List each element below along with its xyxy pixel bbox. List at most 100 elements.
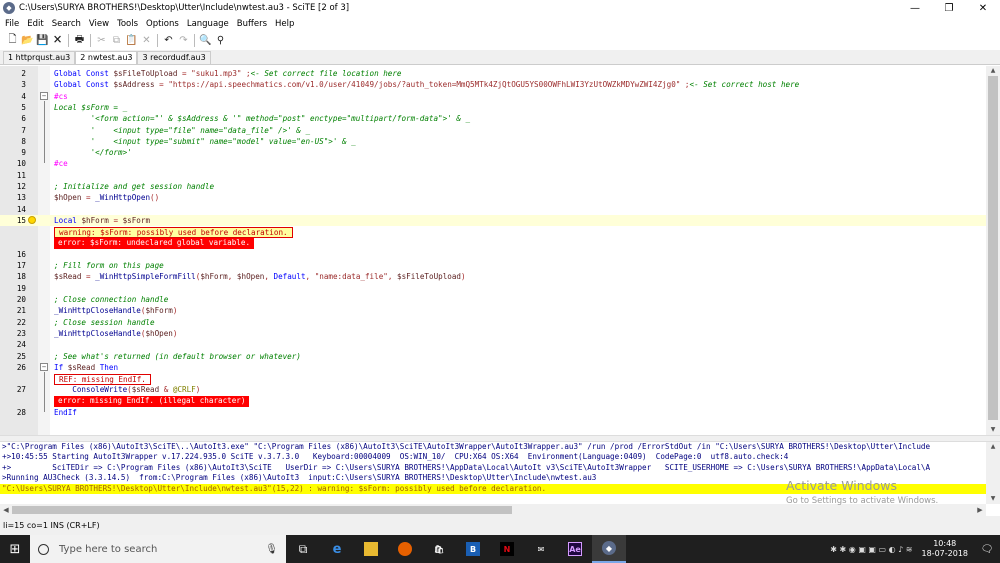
code-line[interactable]: 17 ; Fill form on this page: [0, 260, 986, 271]
windows-start-icon[interactable]: ⊞: [0, 535, 30, 563]
menu-options[interactable]: Options: [142, 19, 183, 29]
output-line[interactable]: +> SciTEDir => C:\Program Files (x86)\Au…: [0, 463, 986, 473]
code-token: $hForm: [200, 272, 228, 282]
code-line[interactable]: 5 Local $sForm = _: [0, 102, 986, 113]
code-line[interactable]: 7 ' <input type="file" name="data_file" …: [0, 125, 986, 136]
bitdefender-icon[interactable]: B: [456, 535, 490, 563]
code-line[interactable]: 23 _WinHttpCloseHandle($hOpen): [0, 328, 986, 339]
menu-search[interactable]: Search: [48, 19, 85, 29]
code-line[interactable]: 9 '</form>': [0, 147, 986, 158]
scroll-up-icon[interactable]: ▲: [986, 442, 1000, 452]
windows-taskbar: ⊞ Type here to search 🎙 ⧉ e 🛍 B N ✉ Ae ◆…: [0, 535, 1000, 563]
edge-icon[interactable]: e: [320, 535, 354, 563]
code-line[interactable]: 11: [0, 170, 986, 181]
menu-help[interactable]: Help: [271, 19, 298, 29]
code-line[interactable]: 27 ConsoleWrite($sRead & @CRLF): [0, 384, 986, 395]
menu-file[interactable]: File: [0, 19, 23, 29]
clock[interactable]: 10:48 18-07-2018: [916, 539, 975, 559]
scroll-down-icon[interactable]: ▼: [986, 494, 1000, 504]
code-token: $sFileToUpload: [113, 69, 178, 78]
undo-icon[interactable]: ↶: [161, 33, 176, 48]
code-line[interactable]: 15 Local $hForm = $sForm: [0, 214, 986, 227]
pane-splitter[interactable]: [0, 435, 1000, 442]
fold-toggle-icon[interactable]: −: [40, 362, 48, 371]
store-icon[interactable]: 🛍: [422, 535, 456, 563]
scroll-up-icon[interactable]: ▲: [986, 66, 1000, 76]
new-file-icon[interactable]: 🗋: [5, 33, 20, 48]
file-explorer-icon[interactable]: [354, 535, 388, 563]
scrollbar-thumb[interactable]: [12, 506, 512, 514]
editor-vertical-scrollbar[interactable]: ▲ ▼: [986, 66, 1000, 435]
tray-icons[interactable]: ✱ ✱ ◉ ▣ ▣ ▭ ◐ ♪ ≋: [827, 545, 915, 554]
task-view-icon[interactable]: ⧉: [286, 535, 320, 563]
menu-edit[interactable]: Edit: [23, 19, 47, 29]
code-line[interactable]: 18 $sRead = _WinHttpSimpleFormFill($hForm…: [0, 271, 986, 282]
code-token: =: [154, 80, 169, 90]
activation-watermark: Activate Windows Go to Settings to activ…: [786, 478, 938, 506]
code-line[interactable]: 13 $hOpen = _WinHttpOpen(): [0, 192, 986, 203]
print-icon[interactable]: 🖶: [72, 33, 87, 48]
delete-icon[interactable]: ✕: [139, 33, 154, 48]
code-line[interactable]: 19: [0, 283, 986, 294]
code-line[interactable]: 25 ; See what's returned (in default brow…: [0, 351, 986, 362]
menu-tools[interactable]: Tools: [113, 19, 142, 29]
scrollbar-thumb[interactable]: [988, 76, 998, 420]
maximize-button[interactable]: ❐: [932, 0, 966, 16]
code-token: ; Close session handle: [54, 317, 155, 327]
menu-buffers[interactable]: Buffers: [233, 19, 271, 29]
copy-icon[interactable]: ⧉: [109, 33, 124, 48]
code-token: $hOpen: [145, 328, 173, 338]
open-folder-icon[interactable]: 📂: [20, 33, 35, 48]
line-number: 17: [16, 261, 26, 271]
mail-icon[interactable]: ✉: [524, 535, 558, 563]
code-line[interactable]: 10 #ce: [0, 158, 986, 169]
code-text: ; Close connection handle: [54, 294, 168, 305]
output-vertical-scrollbar[interactable]: ▲ ▼: [986, 442, 1000, 504]
code-line[interactable]: 20 ; Close connection handle: [0, 294, 986, 305]
firefox-icon[interactable]: [388, 535, 422, 563]
after-effects-icon[interactable]: Ae: [558, 535, 592, 563]
code-line[interactable]: 14: [0, 204, 986, 215]
netflix-icon[interactable]: N: [490, 535, 524, 563]
minimize-button[interactable]: —: [898, 0, 932, 16]
code-line[interactable]: 4 − #cs: [0, 91, 986, 102]
notification-icon[interactable]: 🗨: [974, 535, 1000, 563]
code-line[interactable]: 3 Global Const $sAddress = "https://api.s…: [0, 79, 986, 90]
code-line[interactable]: 22 ; Close session handle: [0, 317, 986, 328]
cut-icon[interactable]: ✂: [94, 33, 109, 48]
code-text: '<form action="' & $sAddress & '" method…: [54, 113, 470, 124]
microphone-icon[interactable]: 🎙: [265, 544, 278, 555]
code-line[interactable]: 21 _WinHttpCloseHandle($hForm): [0, 305, 986, 316]
menu-language[interactable]: Language: [183, 19, 233, 29]
find-icon[interactable]: 🔍: [198, 33, 213, 48]
paste-icon[interactable]: 📋: [124, 33, 139, 48]
save-icon[interactable]: 💾: [35, 33, 50, 48]
taskbar-search-box[interactable]: Type here to search 🎙: [30, 535, 286, 563]
output-line[interactable]: >"C:\Program Files (x86)\AutoIt3\SciTE\.…: [0, 442, 986, 452]
code-editor[interactable]: 2 Global Const $sFileToUpload = "suku1.mp…: [0, 66, 986, 435]
output-line[interactable]: +>10:45:55 Starting AutoIt3Wrapper v.17.…: [0, 452, 986, 462]
code-line[interactable]: 26 − If $sRead Then: [0, 362, 986, 373]
code-line[interactable]: 2 Global Const $sFileToUpload = "suku1.mp…: [0, 68, 986, 79]
code-line[interactable]: 16: [0, 249, 986, 260]
close-button[interactable]: ✕: [966, 0, 1000, 16]
replace-icon[interactable]: ⚲: [213, 33, 228, 48]
scroll-down-icon[interactable]: ▼: [986, 425, 1000, 435]
tab-httprqust[interactable]: 1 httprqust.au3: [3, 51, 76, 64]
close-file-icon[interactable]: 🗙: [50, 33, 65, 48]
fold-toggle-icon[interactable]: −: [40, 91, 48, 100]
scroll-left-icon[interactable]: ◀: [0, 504, 12, 516]
tab-recordudf[interactable]: 3 recordudf.au3: [137, 51, 211, 64]
autoit-icon[interactable]: ◆: [592, 535, 626, 563]
code-line[interactable]: 12 ; Initialize and get session handle: [0, 181, 986, 192]
code-line[interactable]: 8 ' <input type="submit" name="model" va…: [0, 136, 986, 147]
redo-icon[interactable]: ↷: [176, 33, 191, 48]
tab-nwtest[interactable]: 2 nwtest.au3: [75, 51, 138, 64]
menu-view[interactable]: View: [85, 19, 113, 29]
code-line[interactable]: 6 '<form action="' & $sAddress & '" meth…: [0, 113, 986, 124]
code-line[interactable]: 28 EndIf: [0, 407, 986, 418]
scroll-right-icon[interactable]: ▶: [974, 504, 986, 516]
code-token: $hForm: [81, 215, 109, 225]
reference-annotation: REF: missing EndIf.: [54, 373, 151, 385]
code-line[interactable]: 24: [0, 339, 986, 350]
